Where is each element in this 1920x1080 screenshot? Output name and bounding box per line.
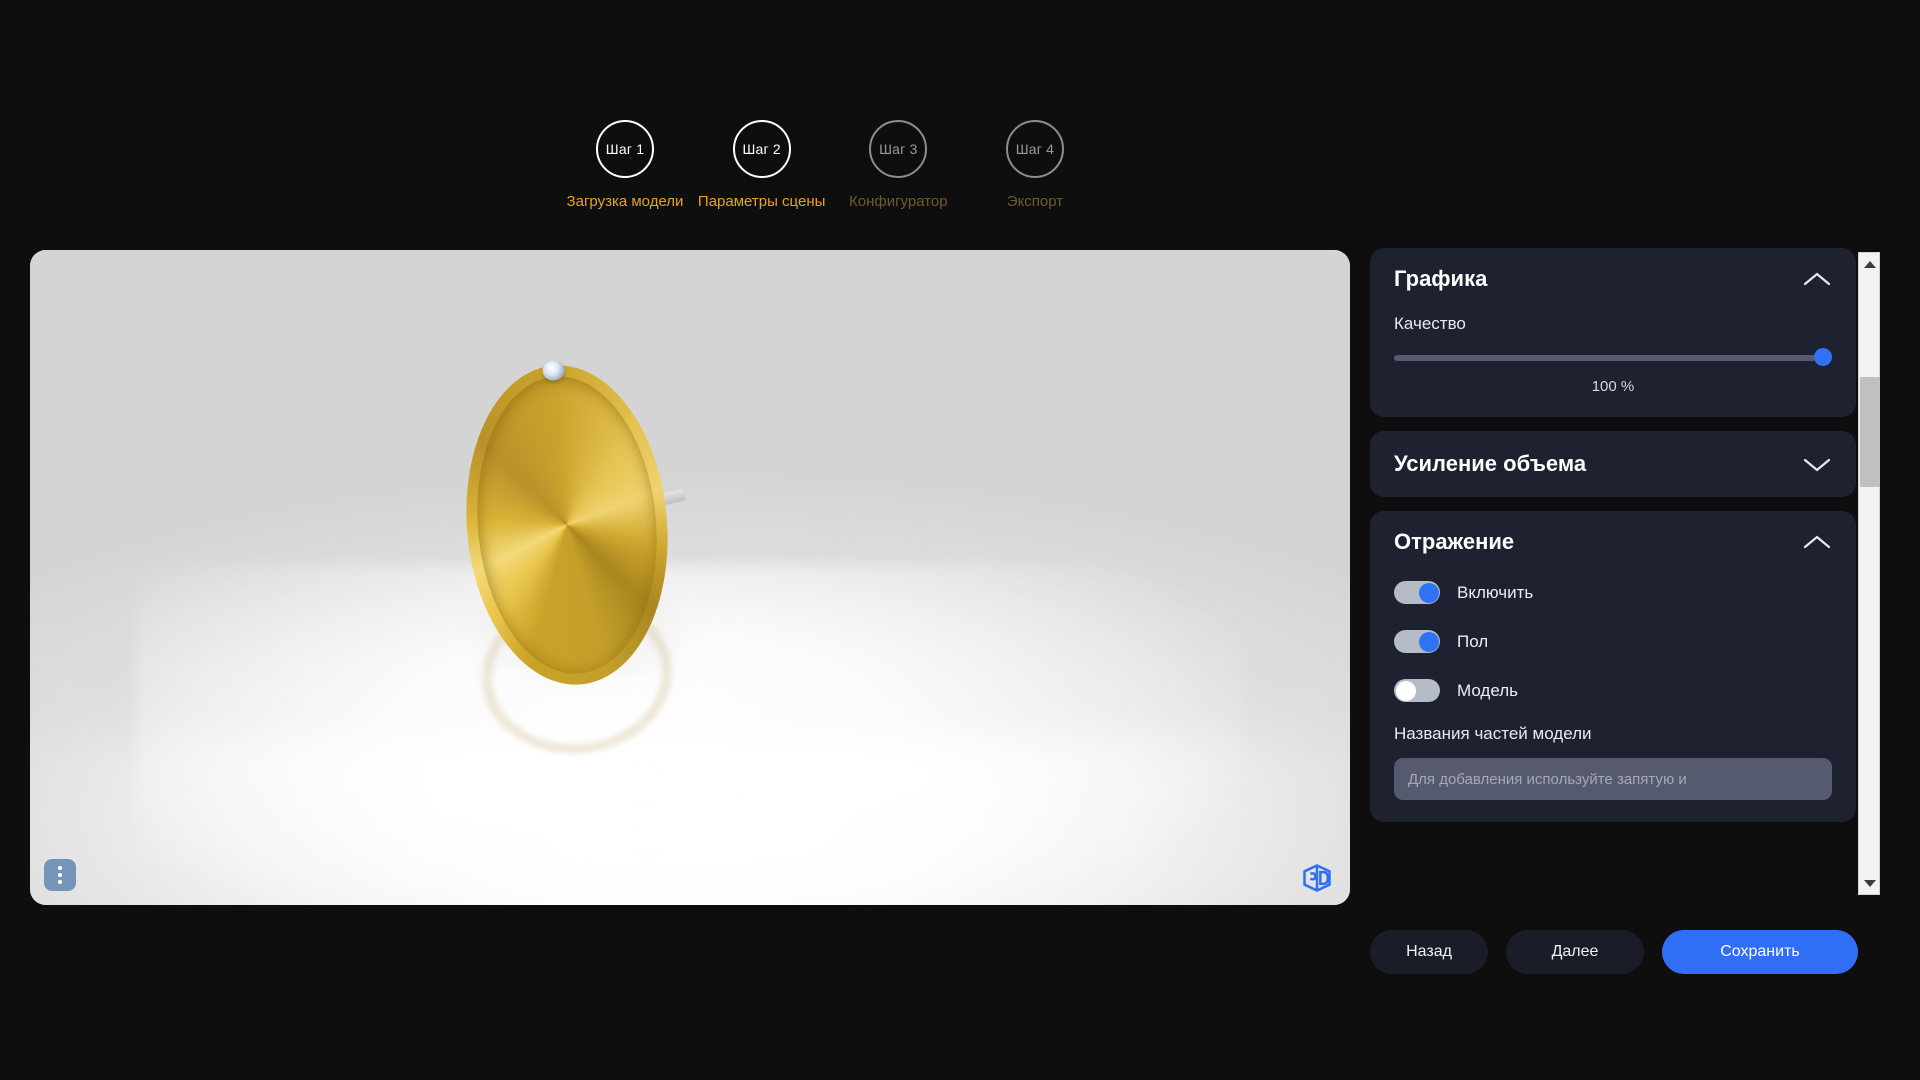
chevron-up-icon[interactable] bbox=[1802, 533, 1832, 551]
step-item-4[interactable]: Шаг 4 Экспорт bbox=[970, 120, 1100, 210]
volume-boost-section-title: Усиление объема bbox=[1394, 451, 1587, 476]
scroll-up-triangle bbox=[1864, 260, 1876, 268]
ring-diamond-pave bbox=[453, 356, 681, 694]
step-label-4: Экспорт bbox=[1006, 193, 1064, 210]
kebab-menu-icon[interactable] bbox=[44, 859, 76, 891]
chevron-down-icon[interactable] bbox=[1802, 455, 1832, 473]
back-button[interactable]: Назад bbox=[1370, 930, 1488, 974]
step-circle-label-3: Шаг 3 bbox=[879, 141, 918, 157]
toggle-knob bbox=[1395, 680, 1416, 701]
volume-boost-section: Усиление объема bbox=[1370, 431, 1856, 497]
scroll-up-arrow-icon[interactable] bbox=[1859, 253, 1881, 275]
scroll-down-arrow-icon[interactable] bbox=[1859, 872, 1881, 894]
step-label-2: Параметры сцены bbox=[697, 193, 826, 210]
kebab-dot bbox=[58, 866, 62, 870]
step-item-2[interactable]: Шаг 2 Параметры сцены bbox=[697, 120, 827, 210]
model-parts-input[interactable] bbox=[1394, 758, 1832, 800]
quality-slider-knob[interactable] bbox=[1814, 348, 1832, 366]
reflection-enable-row: Включить bbox=[1394, 581, 1832, 604]
step-item-1[interactable]: Шаг 1 Загрузка модели bbox=[560, 120, 690, 210]
settings-panel: Графика Качество 100 % Усиление объема О… bbox=[1370, 248, 1856, 898]
wizard-footer: Назад Далее Сохранить bbox=[1370, 928, 1860, 976]
graphics-section-title: Графика bbox=[1394, 266, 1488, 291]
reflection-section-title: Отражение bbox=[1394, 529, 1515, 554]
scrollbar-thumb[interactable] bbox=[1860, 377, 1880, 487]
kebab-dot bbox=[58, 873, 62, 877]
step-circle-3[interactable]: Шаг 3 bbox=[869, 120, 928, 178]
reflection-floor-label: Пол bbox=[1457, 631, 1489, 651]
reflection-section-header[interactable]: Отражение bbox=[1394, 529, 1832, 555]
save-button[interactable]: Сохранить bbox=[1662, 930, 1858, 974]
kebab-dot bbox=[58, 880, 62, 884]
reflection-model-label: Модель bbox=[1457, 680, 1519, 700]
model-parts-label: Названия частей модели bbox=[1394, 724, 1592, 743]
step-circle-label-1: Шаг 1 bbox=[605, 141, 645, 157]
step-label-1: Загрузка модели bbox=[566, 193, 684, 210]
quality-label: Качество bbox=[1394, 314, 1466, 333]
reflection-enable-label: Включить bbox=[1457, 582, 1534, 602]
step-circle-2[interactable]: Шаг 2 bbox=[732, 120, 791, 178]
volume-boost-section-header[interactable]: Усиление объема bbox=[1394, 451, 1832, 477]
brand-3d-logo-icon bbox=[1303, 864, 1331, 892]
ring-3d-model bbox=[453, 356, 681, 694]
reflection-enable-toggle[interactable] bbox=[1394, 581, 1440, 604]
toggle-knob bbox=[1418, 582, 1439, 603]
step-label-3: Конфигуратор bbox=[848, 193, 948, 210]
step-circle-4[interactable]: Шаг 4 bbox=[1005, 120, 1064, 178]
settings-panel-scrollbar[interactable] bbox=[1858, 252, 1880, 895]
reflection-model-row: Модель bbox=[1394, 679, 1832, 702]
step-circle-label-2: Шаг 2 bbox=[742, 141, 781, 157]
next-button[interactable]: Далее bbox=[1506, 930, 1644, 974]
quality-value: 100 % bbox=[1591, 378, 1635, 395]
wizard-stepper: Шаг 1 Загрузка модели Шаг 2 Параметры сц… bbox=[560, 120, 1100, 230]
model-viewport[interactable] bbox=[30, 250, 1350, 905]
step-circle-1[interactable]: Шаг 1 bbox=[596, 120, 654, 178]
graphics-section: Графика Качество 100 % bbox=[1370, 248, 1856, 417]
toggle-knob bbox=[1418, 631, 1439, 652]
reflection-floor-toggle[interactable] bbox=[1394, 630, 1440, 653]
step-circle-label-4: Шаг 4 bbox=[1015, 141, 1055, 157]
reflection-model-toggle[interactable] bbox=[1394, 679, 1440, 702]
reflection-floor-row: Пол bbox=[1394, 630, 1832, 653]
reflection-section: Отражение Включить Пол Модель Названия ч… bbox=[1370, 511, 1856, 822]
step-item-3[interactable]: Шаг 3 Конфигуратор bbox=[833, 120, 963, 210]
quality-slider-track[interactable] bbox=[1394, 355, 1816, 361]
graphics-section-header[interactable]: Графика bbox=[1394, 266, 1832, 292]
chevron-up-icon[interactable] bbox=[1802, 270, 1832, 288]
scroll-down-triangle bbox=[1864, 879, 1876, 887]
quality-slider[interactable] bbox=[1394, 348, 1832, 366]
